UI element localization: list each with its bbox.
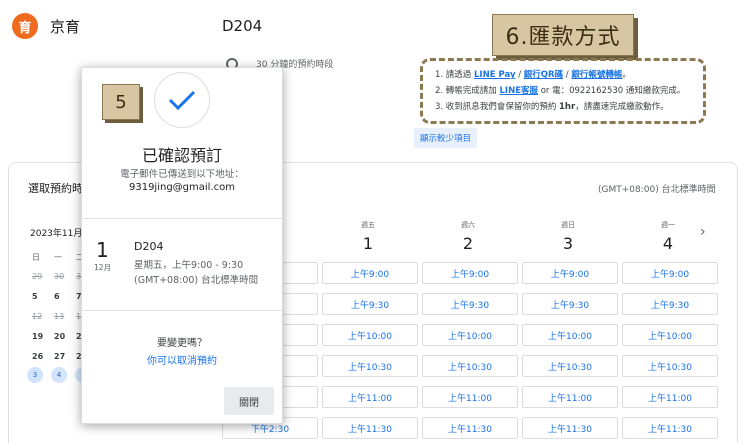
time-slot[interactable]: 上午9:30 [322,293,418,315]
mini-day-available[interactable]: 3 [27,367,43,383]
time-slot[interactable]: 上午11:00 [622,386,718,408]
dialog-subtitle: 電子郵件已傳送到以下地址： [120,169,244,180]
payment-step-1: 1. 請透過 LINE Pay / 銀行QR碼 / 銀行帳號轉帳。 [435,70,631,80]
time-slot[interactable]: 上午10:30 [522,355,618,377]
time-slot[interactable]: 上午10:00 [322,324,418,346]
time-slot[interactable]: 上午11:30 [322,417,418,439]
show-less-button[interactable]: 顯示較少項目 [414,128,478,148]
line-support-link[interactable]: LINE客服 [500,86,539,96]
booking-room: D204 [134,240,164,253]
booking-confirmed-dialog: 5 已確認預訂 電子郵件已傳送到以下地址： 9319jing@gmail.com… [81,67,283,424]
brand-logo: 育 [12,13,38,39]
time-slot[interactable]: 上午10:30 [422,355,518,377]
time-slot[interactable]: 上午9:00 [622,262,718,284]
timezone-label[interactable]: (GMT+08:00) 台北標準時間 [598,182,716,195]
close-button[interactable]: 關閉 [224,387,274,415]
payment-step-3: 3. 收到訊息我們會保留你的預約 1hr，請盡速完成繳款動作。 [435,102,669,112]
time-slot[interactable]: 上午9:30 [422,293,518,315]
booking-month: 12月 [94,263,112,272]
booking-time: 星期五，上午9:00 - 9:30 (GMT+08:00) 台北標準時間 [134,260,259,286]
booking-day: 1 [96,238,109,262]
time-slot[interactable]: 上午11:00 [422,386,518,408]
time-slot[interactable]: 上午10:30 [622,355,718,377]
line-pay-link[interactable]: LINE Pay [474,70,515,80]
payment-step-2: 2. 轉帳完成請加 LINE客服 or 電：0922162530 通知繳款完成。 [435,86,686,96]
time-slot[interactable]: 上午10:30 [322,355,418,377]
check-icon [154,72,210,128]
mini-day-available[interactable]: 4 [51,367,67,383]
time-slot[interactable]: 上午11:30 [622,417,718,439]
time-slot[interactable]: 上午10:00 [522,324,618,346]
day-header: 週六 2 [461,221,475,253]
payment-instructions: 1. 請透過 LINE Pay / 銀行QR碼 / 銀行帳號轉帳。 2. 轉帳完… [420,58,706,124]
time-slot[interactable]: 上午9:30 [522,293,618,315]
day-header: 週五 1 [361,221,375,253]
divider [82,310,282,311]
time-slot[interactable]: 上午9:00 [422,262,518,284]
time-slot[interactable]: 上午11:30 [422,417,518,439]
page-title: D204 [222,17,263,35]
step-annotation-label: 5 [102,84,140,120]
time-slot[interactable]: 上午11:00 [522,386,618,408]
time-slot[interactable]: 上午9:00 [522,262,618,284]
bank-transfer-link[interactable]: 銀行帳號轉帳 [571,70,622,80]
bank-qr-link[interactable]: 銀行QR碼 [524,70,563,80]
time-slot[interactable]: 上午10:00 [622,324,718,346]
brand-name: 京育 [50,18,81,36]
divider [82,218,282,219]
confirmation-email: 9319jing@gmail.com [128,182,235,193]
time-slot[interactable]: 上午11:30 [522,417,618,439]
day-header: 週日 3 [561,221,575,253]
time-slot[interactable]: 上午9:30 [622,293,718,315]
time-slot[interactable]: 上午9:00 [322,262,418,284]
time-slot[interactable]: 上午10:00 [422,324,518,346]
payment-annotation-label: 6.匯款方式 [492,14,634,56]
time-slot[interactable]: 上午11:00 [322,386,418,408]
dialog-title: 已確認預訂 [141,146,222,165]
change-question: 要變更嗎？ [157,338,207,349]
chevron-right-icon[interactable]: › [700,224,706,240]
mini-calendar-month: 2023年11月 [30,229,83,239]
cancel-booking-link[interactable]: 你可以取消預約 [82,352,282,367]
